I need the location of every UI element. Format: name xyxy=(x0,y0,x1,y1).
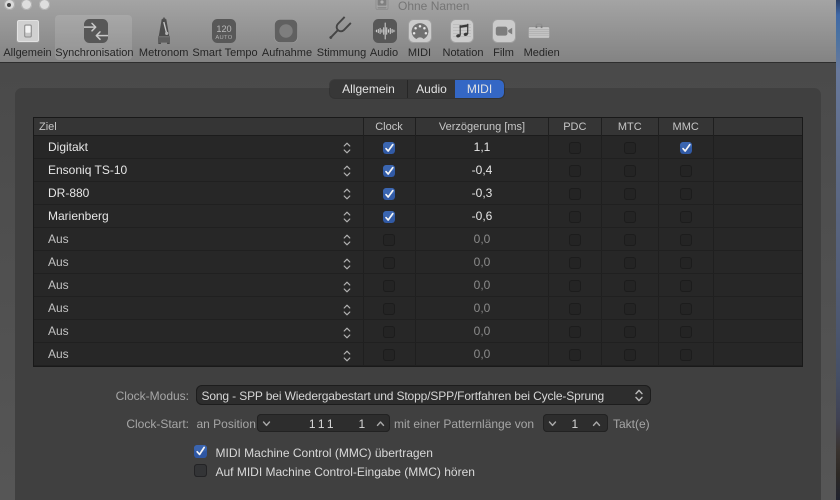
svg-text:120: 120 xyxy=(216,23,231,33)
svg-text:AUTO: AUTO xyxy=(215,34,232,40)
